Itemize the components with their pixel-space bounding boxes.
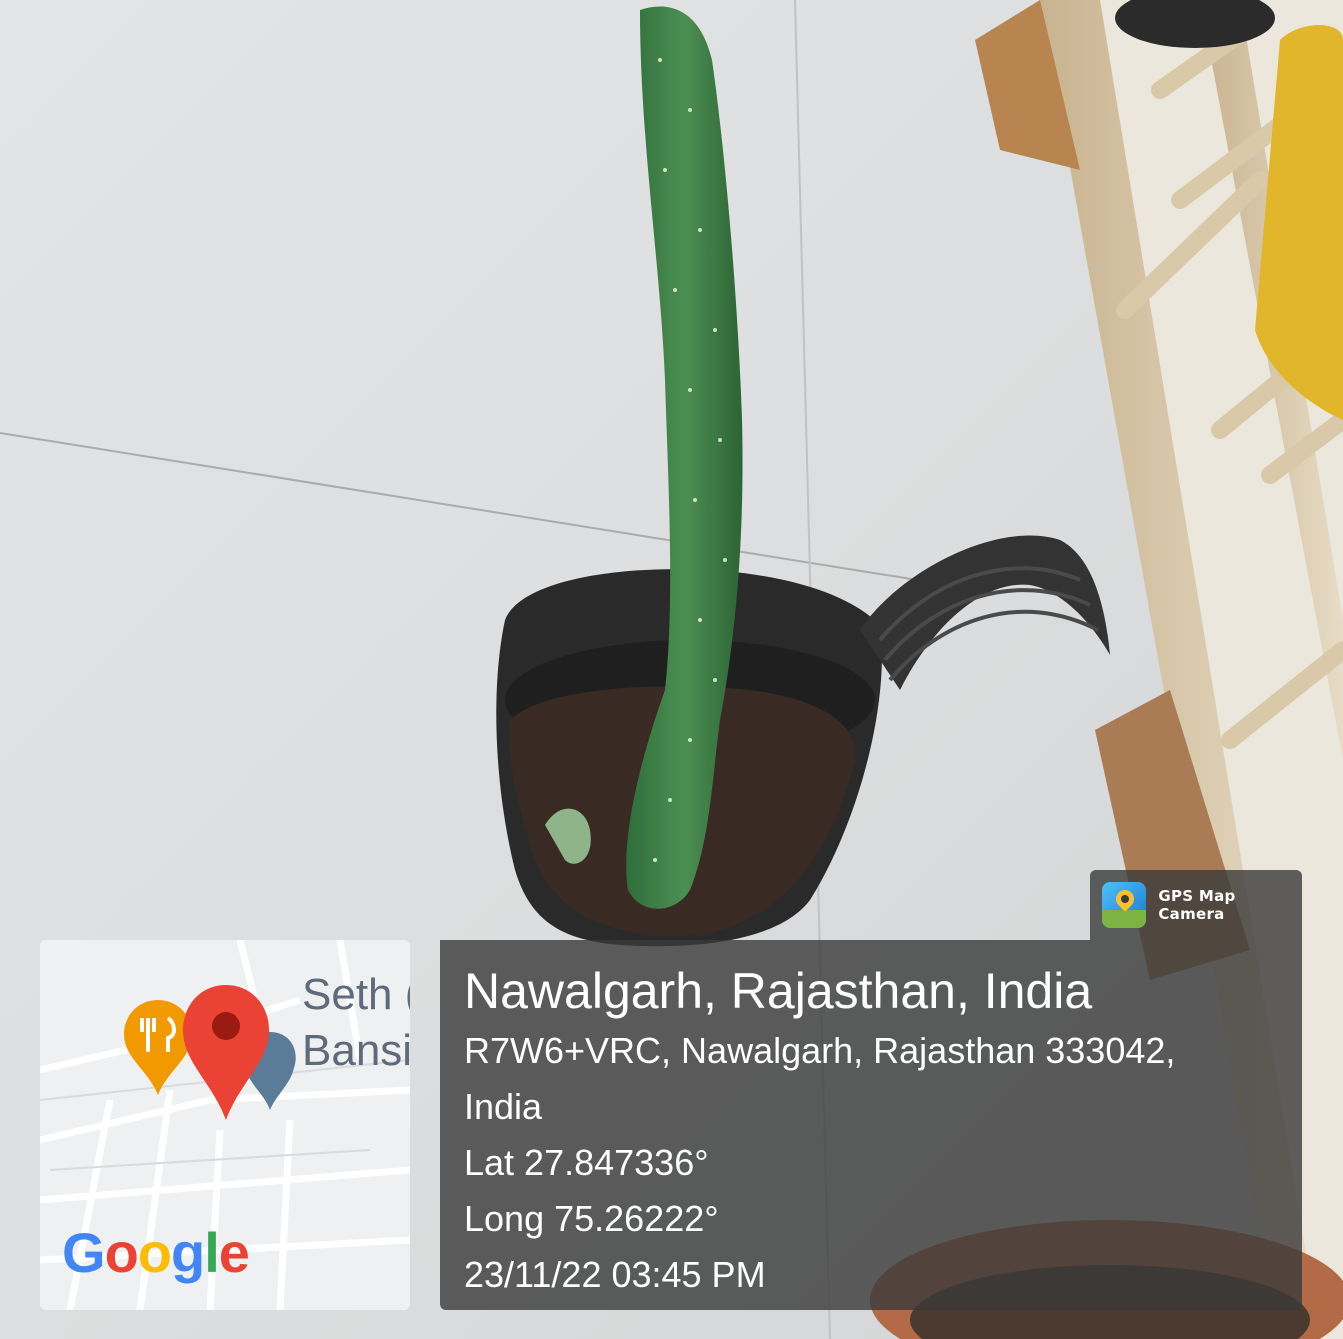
address-line-2: India [464, 1086, 543, 1127]
google-logo-letter: e [218, 1221, 250, 1284]
datetime: 23/11/22 03:45 PM [464, 1254, 766, 1295]
app-name: GPS Map Camera [1158, 887, 1236, 923]
map-place-label-line2: Bansi [302, 1026, 410, 1075]
gps-map-camera-icon [1102, 882, 1147, 928]
location-info-panel: Nawalgarh, Rajasthan, India R7W6+VRC, Na… [440, 940, 1302, 1310]
google-logo-letter: o [137, 1221, 172, 1284]
google-logo-letter: o [104, 1221, 139, 1284]
map-place-label-line1: Seth ( [302, 970, 410, 1019]
gps-map-camera-badge: GPS Map Camera [1090, 870, 1302, 940]
location-title: Nawalgarh, Rajasthan, India [464, 963, 1093, 1019]
google-logo: Google [62, 1220, 250, 1285]
latitude: Lat 27.847336° [464, 1142, 709, 1183]
address-line-1: R7W6+VRC, Nawalgarh, Rajasthan 333042, [464, 1030, 1176, 1071]
google-logo-letter: G [62, 1221, 106, 1284]
google-logo-letter: g [171, 1221, 205, 1284]
longitude: Long 75.26222° [464, 1198, 719, 1239]
map-thumbnail: Seth ( Bansi Google [40, 940, 410, 1310]
google-logo-letter: l [204, 1221, 220, 1284]
